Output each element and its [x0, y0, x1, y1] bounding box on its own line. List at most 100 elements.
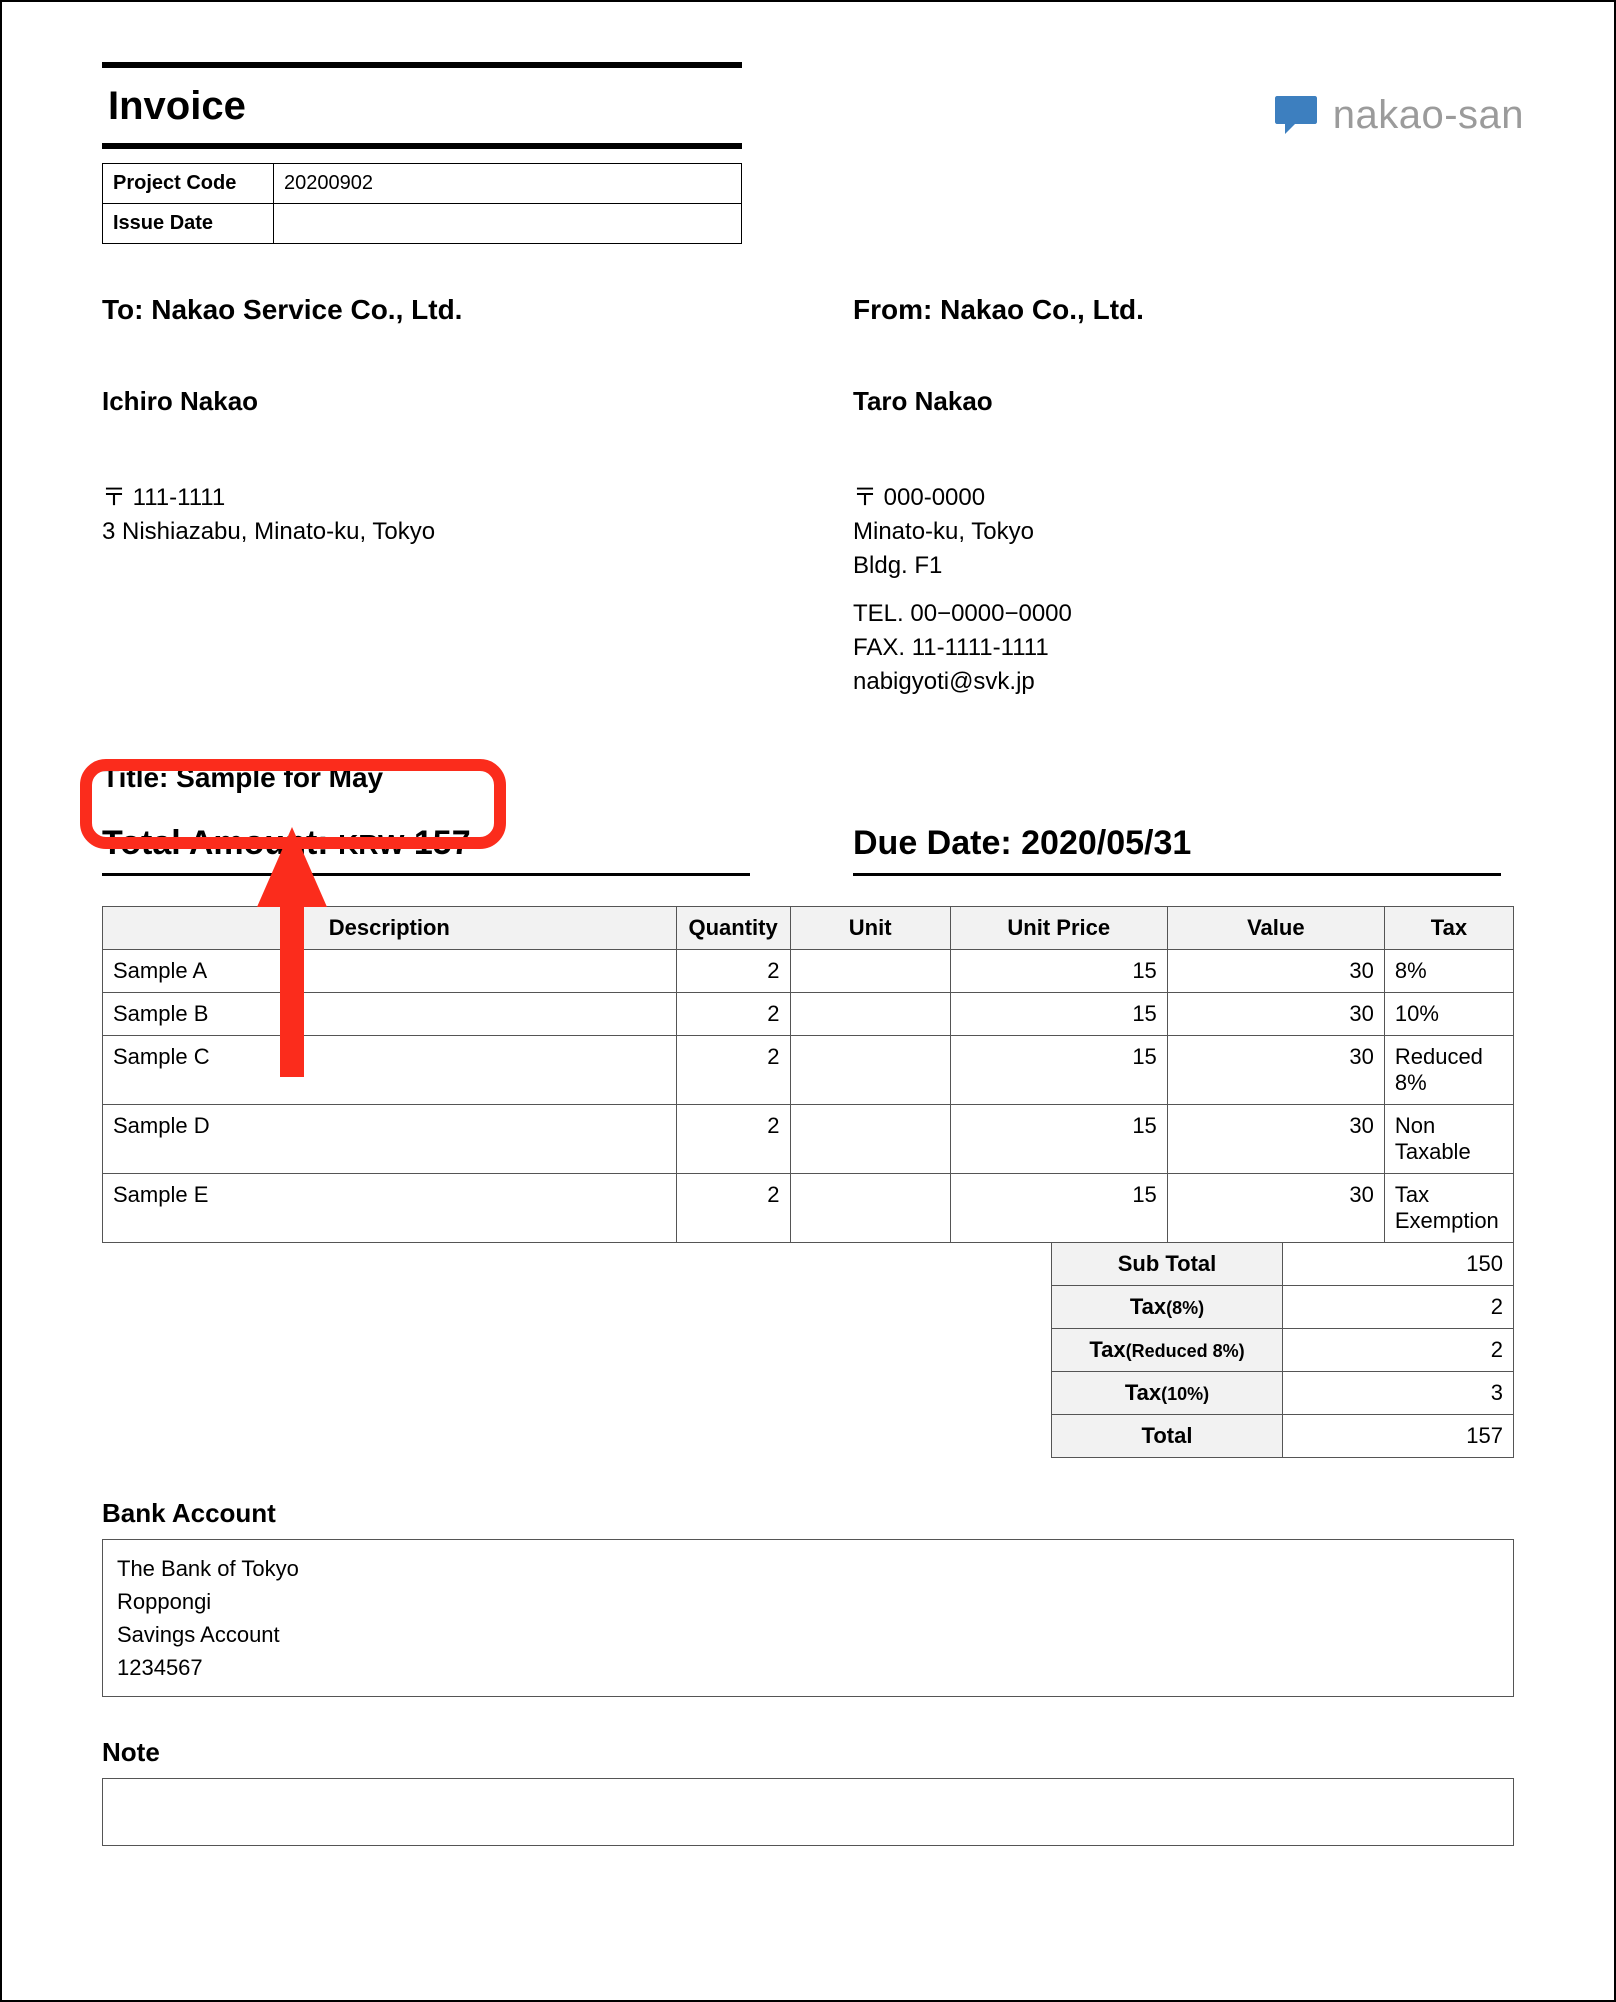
cell-value: 30 — [1167, 950, 1384, 993]
invoice-subject: Title: Sample for May — [102, 762, 1514, 794]
parties-row: To: Nakao Service Co., Ltd. Ichiro Nakao… — [102, 294, 1514, 702]
cell-tax: Reduced 8% — [1384, 1036, 1513, 1105]
cell-unit-price: 15 — [950, 1105, 1167, 1174]
sender-tel: TEL. 00−0000−0000 — [853, 600, 1514, 628]
cell-unit — [790, 1036, 950, 1105]
account-type: Savings Account — [117, 1618, 1499, 1651]
sender-heading: From: Nakao Co., Ltd. — [853, 294, 1514, 326]
taxr8-value: 2 — [1283, 1329, 1514, 1372]
sender-name: Taro Nakao — [853, 386, 1514, 417]
sender-block: From: Nakao Co., Ltd. Taro Nakao 〒 000-0… — [853, 294, 1514, 702]
recipient-name: Ichiro Nakao — [102, 386, 763, 417]
table-row: Sample A215308% — [103, 950, 1514, 993]
summary-row: Total Amount: KRW 157 Due Date: 2020/05/… — [102, 824, 1514, 876]
recipient-heading: To: Nakao Service Co., Ltd. — [102, 294, 763, 326]
brand-logo: nakao-san — [1273, 92, 1524, 138]
cell-unit — [790, 1105, 950, 1174]
recipient-block: To: Nakao Service Co., Ltd. Ichiro Nakao… — [102, 294, 763, 702]
table-row: Project Code 20200902 — [103, 164, 742, 204]
cell-quantity: 2 — [676, 993, 790, 1036]
cell-tax: Tax Exemption — [1384, 1174, 1513, 1243]
meta-issue-date-value — [274, 204, 742, 244]
cell-value: 30 — [1167, 993, 1384, 1036]
note-section: Note — [102, 1737, 1514, 1846]
cell-tax: 10% — [1384, 993, 1513, 1036]
table-row: Tax(8%) 2 — [1052, 1286, 1514, 1329]
speech-bubble-icon — [1273, 92, 1319, 138]
meta-issue-date-label: Issue Date — [103, 204, 274, 244]
total-amount-block: Total Amount: KRW 157 — [102, 824, 763, 876]
table-header-row: Description Quantity Unit Unit Price Val… — [103, 907, 1514, 950]
subtotal-label: Sub Total — [1052, 1243, 1283, 1286]
cell-quantity: 2 — [676, 1174, 790, 1243]
cell-description: Sample B — [103, 993, 677, 1036]
table-row: Total 157 — [1052, 1415, 1514, 1458]
cell-unit-price: 15 — [950, 1174, 1167, 1243]
tax10-label: Tax(10%) — [1052, 1372, 1283, 1415]
cell-value: 30 — [1167, 1036, 1384, 1105]
tax8-value: 2 — [1283, 1286, 1514, 1329]
cell-unit-price: 15 — [950, 1036, 1167, 1105]
line-items-table: Description Quantity Unit Unit Price Val… — [102, 906, 1514, 1243]
currency-code: KRW — [338, 829, 404, 860]
grand-total-label: Total — [1052, 1415, 1283, 1458]
sender-address-1: Minato-ku, Tokyo — [853, 518, 1514, 546]
total-amount-label: Total Amount: — [102, 824, 338, 862]
table-row: Tax(Reduced 8%) 2 — [1052, 1329, 1514, 1372]
table-row: Sample B2 153010% — [103, 993, 1514, 1036]
taxr8-label: Tax(Reduced 8%) — [1052, 1329, 1283, 1372]
sender-fax: FAX. 11-1111-1111 — [853, 634, 1514, 662]
note-heading: Note — [102, 1737, 1514, 1768]
totals-table: Sub Total 150 Tax(8%) 2 Tax(Reduced 8%) … — [1051, 1242, 1514, 1458]
brand-name: nakao-san — [1333, 93, 1524, 138]
table-row: Sub Total 150 — [1052, 1243, 1514, 1286]
cell-description: Sample D — [103, 1105, 677, 1174]
cell-description: Sample C — [103, 1036, 677, 1105]
bank-branch: Roppongi — [117, 1585, 1499, 1618]
total-amount-value: 157 — [414, 824, 471, 862]
col-unit-price: Unit Price — [950, 907, 1167, 950]
table-row: Sample D2 1530Non Taxable — [103, 1105, 1514, 1174]
title-block: Invoice — [102, 62, 742, 149]
grand-total-value: 157 — [1283, 1415, 1514, 1458]
due-date-block: Due Date: 2020/05/31 — [853, 824, 1514, 876]
tax8-label: Tax(8%) — [1052, 1286, 1283, 1329]
document-title: Invoice — [102, 68, 742, 143]
cell-description: Sample A — [103, 950, 677, 993]
recipient-postal: 〒 111-1111 — [102, 477, 763, 512]
cell-unit — [790, 993, 950, 1036]
cell-unit — [790, 950, 950, 993]
subject-label: Title: — [102, 762, 176, 793]
subtotal-value: 150 — [1283, 1243, 1514, 1286]
cell-unit-price: 15 — [950, 993, 1167, 1036]
account-number: 1234567 — [117, 1651, 1499, 1684]
col-description: Description — [103, 907, 677, 950]
due-date-value: 2020/05/31 — [1021, 824, 1191, 862]
col-value: Value — [1167, 907, 1384, 950]
bank-account-section: Bank Account The Bank of Tokyo Roppongi … — [102, 1498, 1514, 1697]
meta-project-code-value: 20200902 — [274, 164, 742, 204]
sender-address-2: Bldg. F1 — [853, 552, 1514, 580]
table-row: Tax(10%) 3 — [1052, 1372, 1514, 1415]
subject-value: Sample for May — [176, 762, 383, 793]
cell-value: 30 — [1167, 1174, 1384, 1243]
col-quantity: Quantity — [676, 907, 790, 950]
table-row: Issue Date — [103, 204, 742, 244]
bank-account-heading: Bank Account — [102, 1498, 1514, 1529]
cell-unit-price: 15 — [950, 950, 1167, 993]
invoice-page: nakao-san Invoice Project Code 20200902 … — [0, 0, 1616, 2002]
cell-unit — [790, 1174, 950, 1243]
cell-value: 30 — [1167, 1105, 1384, 1174]
table-row: Sample E2 1530Tax Exemption — [103, 1174, 1514, 1243]
meta-table: Project Code 20200902 Issue Date — [102, 163, 742, 244]
bank-account-box: The Bank of Tokyo Roppongi Savings Accou… — [102, 1539, 1514, 1697]
sender-email: nabigyoti@svk.jp — [853, 668, 1514, 696]
meta-project-code-label: Project Code — [103, 164, 274, 204]
note-box — [102, 1778, 1514, 1846]
col-unit: Unit — [790, 907, 950, 950]
cell-description: Sample E — [103, 1174, 677, 1243]
recipient-address: 3 Nishiazabu, Minato-ku, Tokyo — [102, 518, 763, 546]
cell-quantity: 2 — [676, 1105, 790, 1174]
cell-tax: Non Taxable — [1384, 1105, 1513, 1174]
col-tax: Tax — [1384, 907, 1513, 950]
